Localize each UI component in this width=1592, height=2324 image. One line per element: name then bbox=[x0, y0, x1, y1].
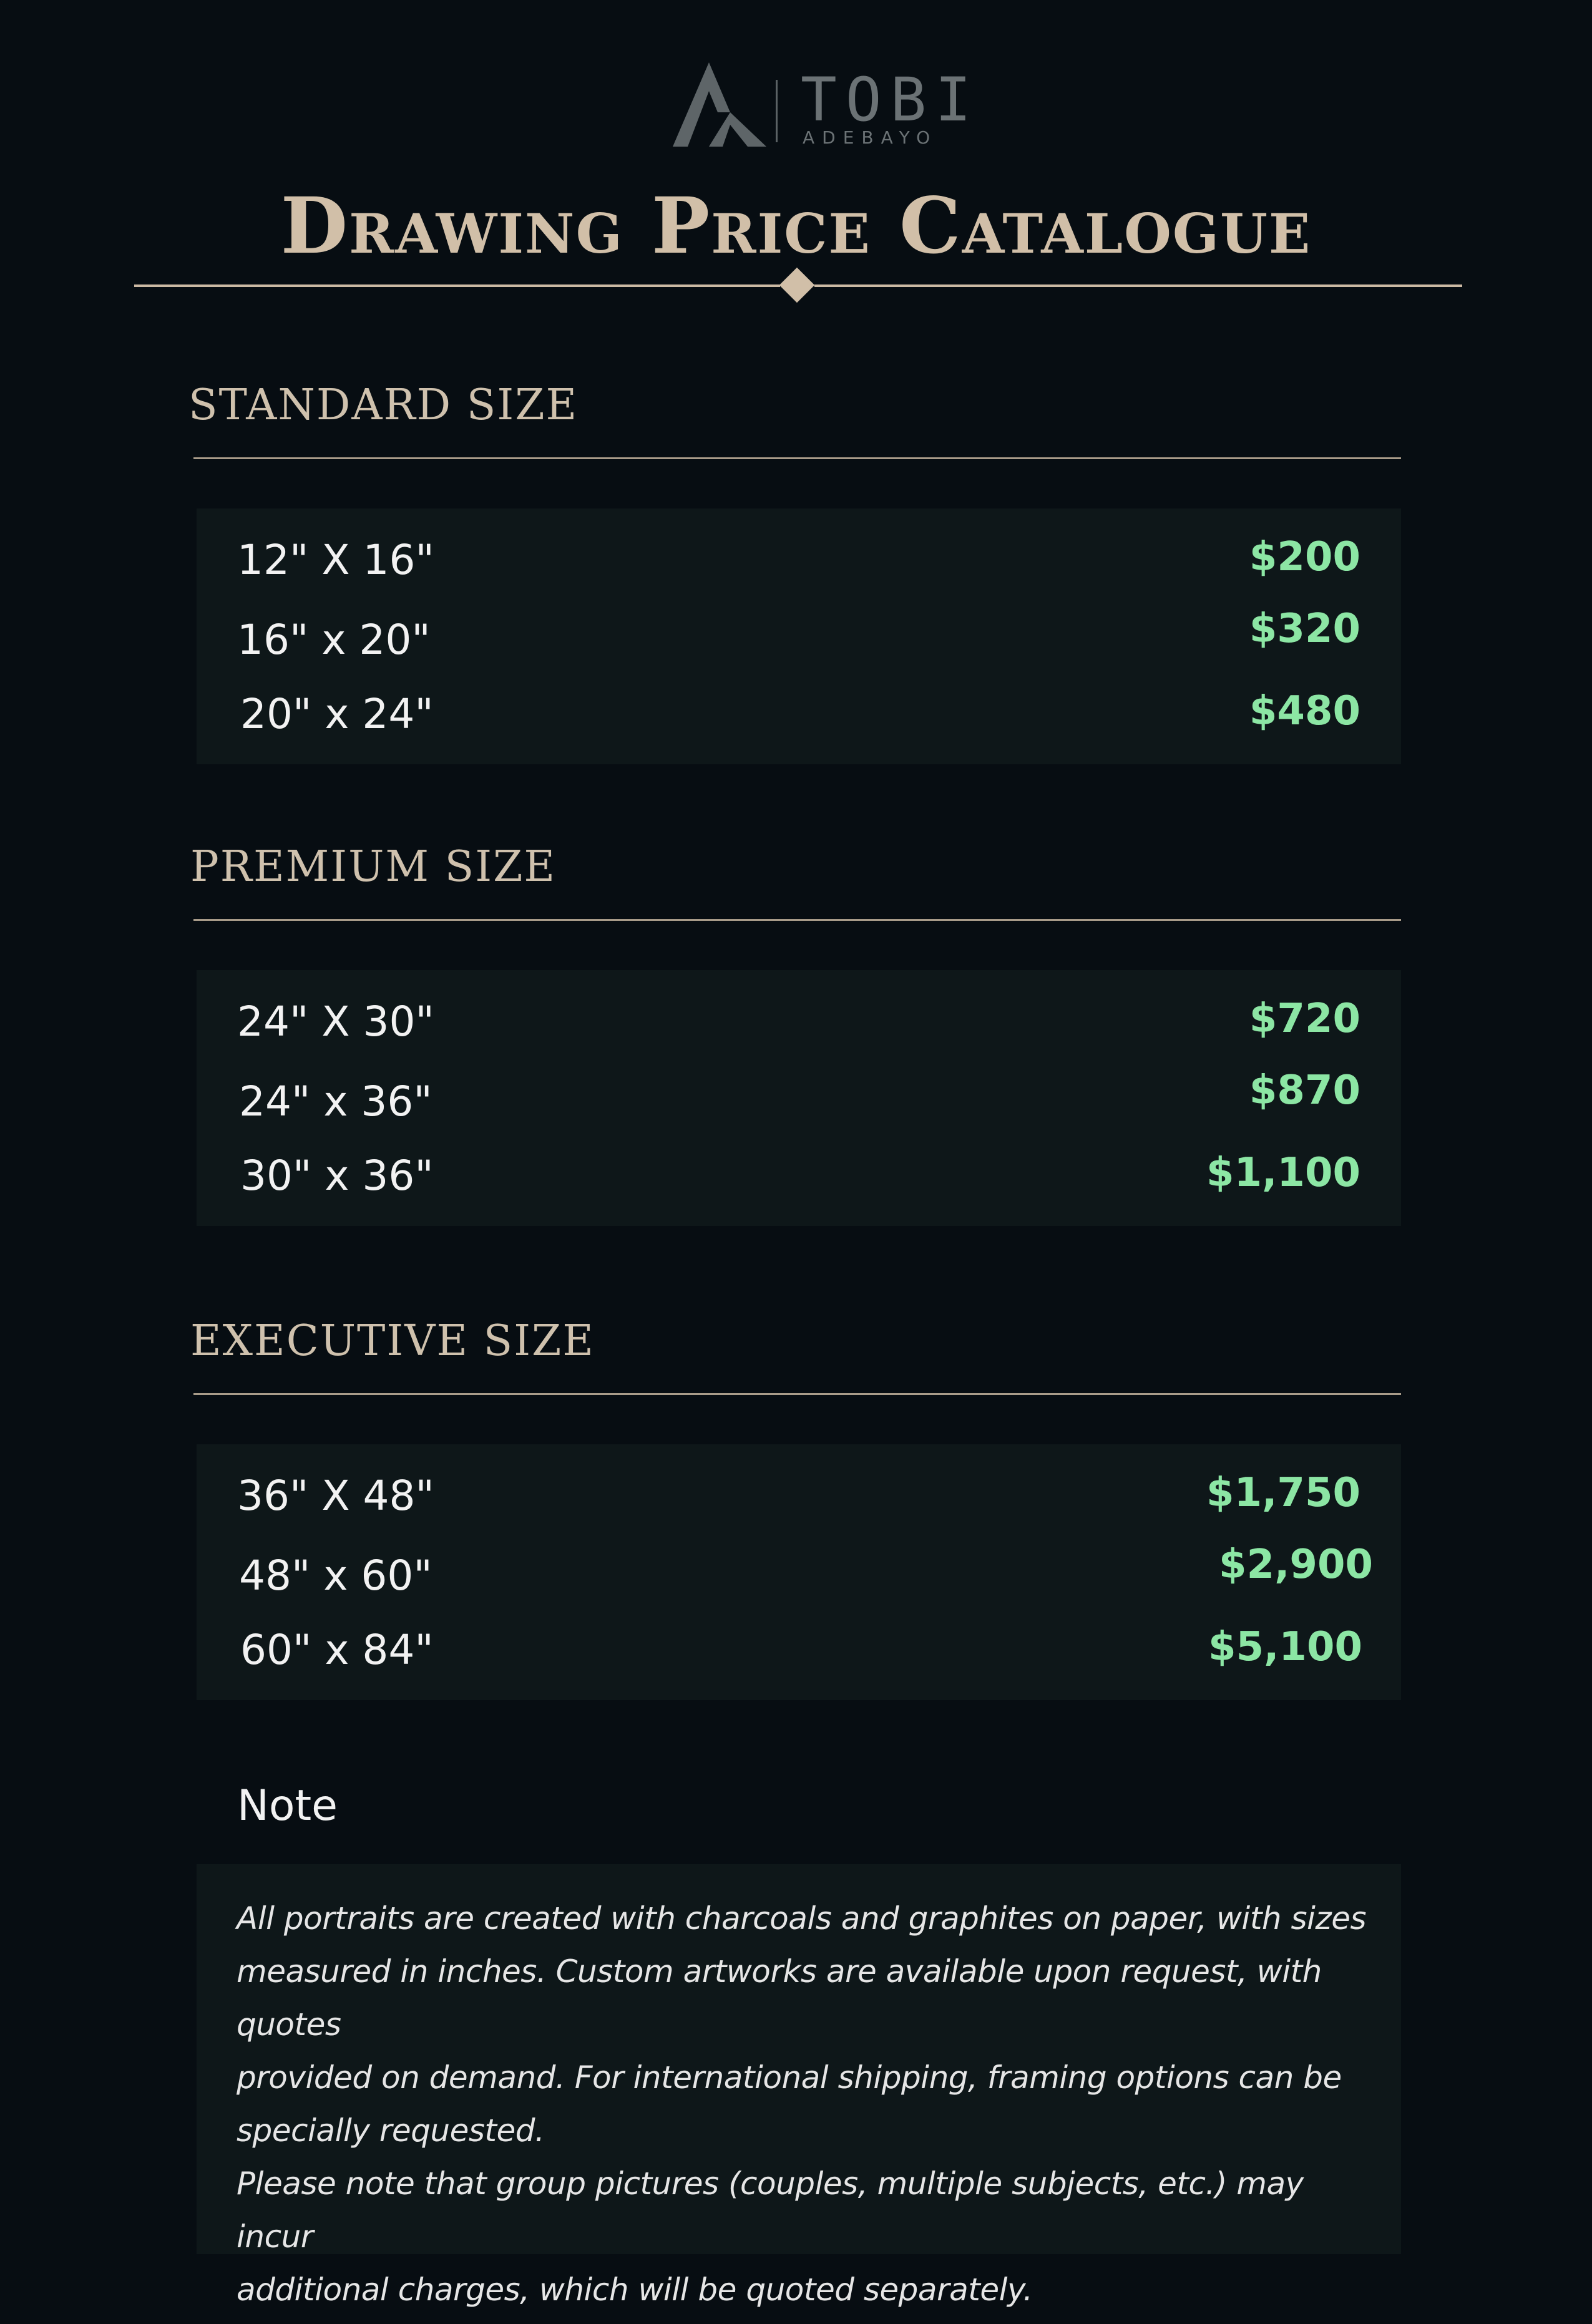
price-value: $2,900 bbox=[1219, 1542, 1373, 1588]
price-value: $1,100 bbox=[1206, 1150, 1360, 1196]
price-panel-premium: 24" X 30" $720 24" x 36" $870 30" x 36" … bbox=[197, 970, 1401, 1226]
size-label: 36" X 48" bbox=[237, 1472, 434, 1520]
size-label: 16" x 20" bbox=[237, 616, 431, 664]
title-divider-left bbox=[134, 284, 780, 287]
price-panel-executive: 36" X 48" $1,750 48" x 60" $2,900 60" x … bbox=[197, 1444, 1401, 1700]
size-label: 30" x 36" bbox=[240, 1152, 434, 1200]
price-value: $1,750 bbox=[1206, 1470, 1360, 1516]
title-divider-right bbox=[814, 284, 1462, 287]
logo-divider bbox=[776, 80, 778, 142]
section-heading-premium: PREMIUM SIZE bbox=[190, 842, 556, 892]
logo-mark-icon bbox=[673, 62, 766, 147]
price-value: $5,100 bbox=[1208, 1624, 1362, 1670]
size-label: 20" x 24" bbox=[240, 690, 434, 738]
section-rule-executive bbox=[193, 1393, 1401, 1395]
brand-subname: ADEBAYO bbox=[803, 127, 938, 148]
note-panel: All portraits are created with charcoals… bbox=[197, 1864, 1401, 2308]
size-label: 48" x 60" bbox=[239, 1552, 432, 1600]
note-heading: Note bbox=[237, 1781, 338, 1831]
section-heading-executive: EXECUTIVE SIZE bbox=[190, 1316, 595, 1366]
size-label: 24" X 30" bbox=[237, 998, 434, 1046]
size-label: 60" x 84" bbox=[240, 1626, 434, 1674]
price-value: $720 bbox=[1249, 996, 1360, 1042]
page-title: Drawing Price Catalogue bbox=[280, 181, 1312, 271]
section-rule-premium bbox=[193, 919, 1401, 921]
size-label: 24" x 36" bbox=[239, 1077, 432, 1126]
price-value: $320 bbox=[1249, 606, 1360, 652]
price-panel-standard: 12" X 16" $200 16" x 20" $320 20" x 24" … bbox=[197, 508, 1401, 764]
note-body: All portraits are created with charcoals… bbox=[237, 1900, 1367, 2308]
price-value: $200 bbox=[1249, 534, 1360, 580]
section-heading-standard: STANDARD SIZE bbox=[188, 381, 579, 430]
section-rule-standard bbox=[193, 457, 1401, 459]
brand-name: TOBI bbox=[801, 65, 980, 135]
size-label: 12" X 16" bbox=[237, 536, 434, 584]
brand-logo: TOBI ADEBAYO bbox=[673, 62, 971, 150]
price-value: $480 bbox=[1249, 688, 1360, 734]
price-value: $870 bbox=[1249, 1067, 1360, 1114]
